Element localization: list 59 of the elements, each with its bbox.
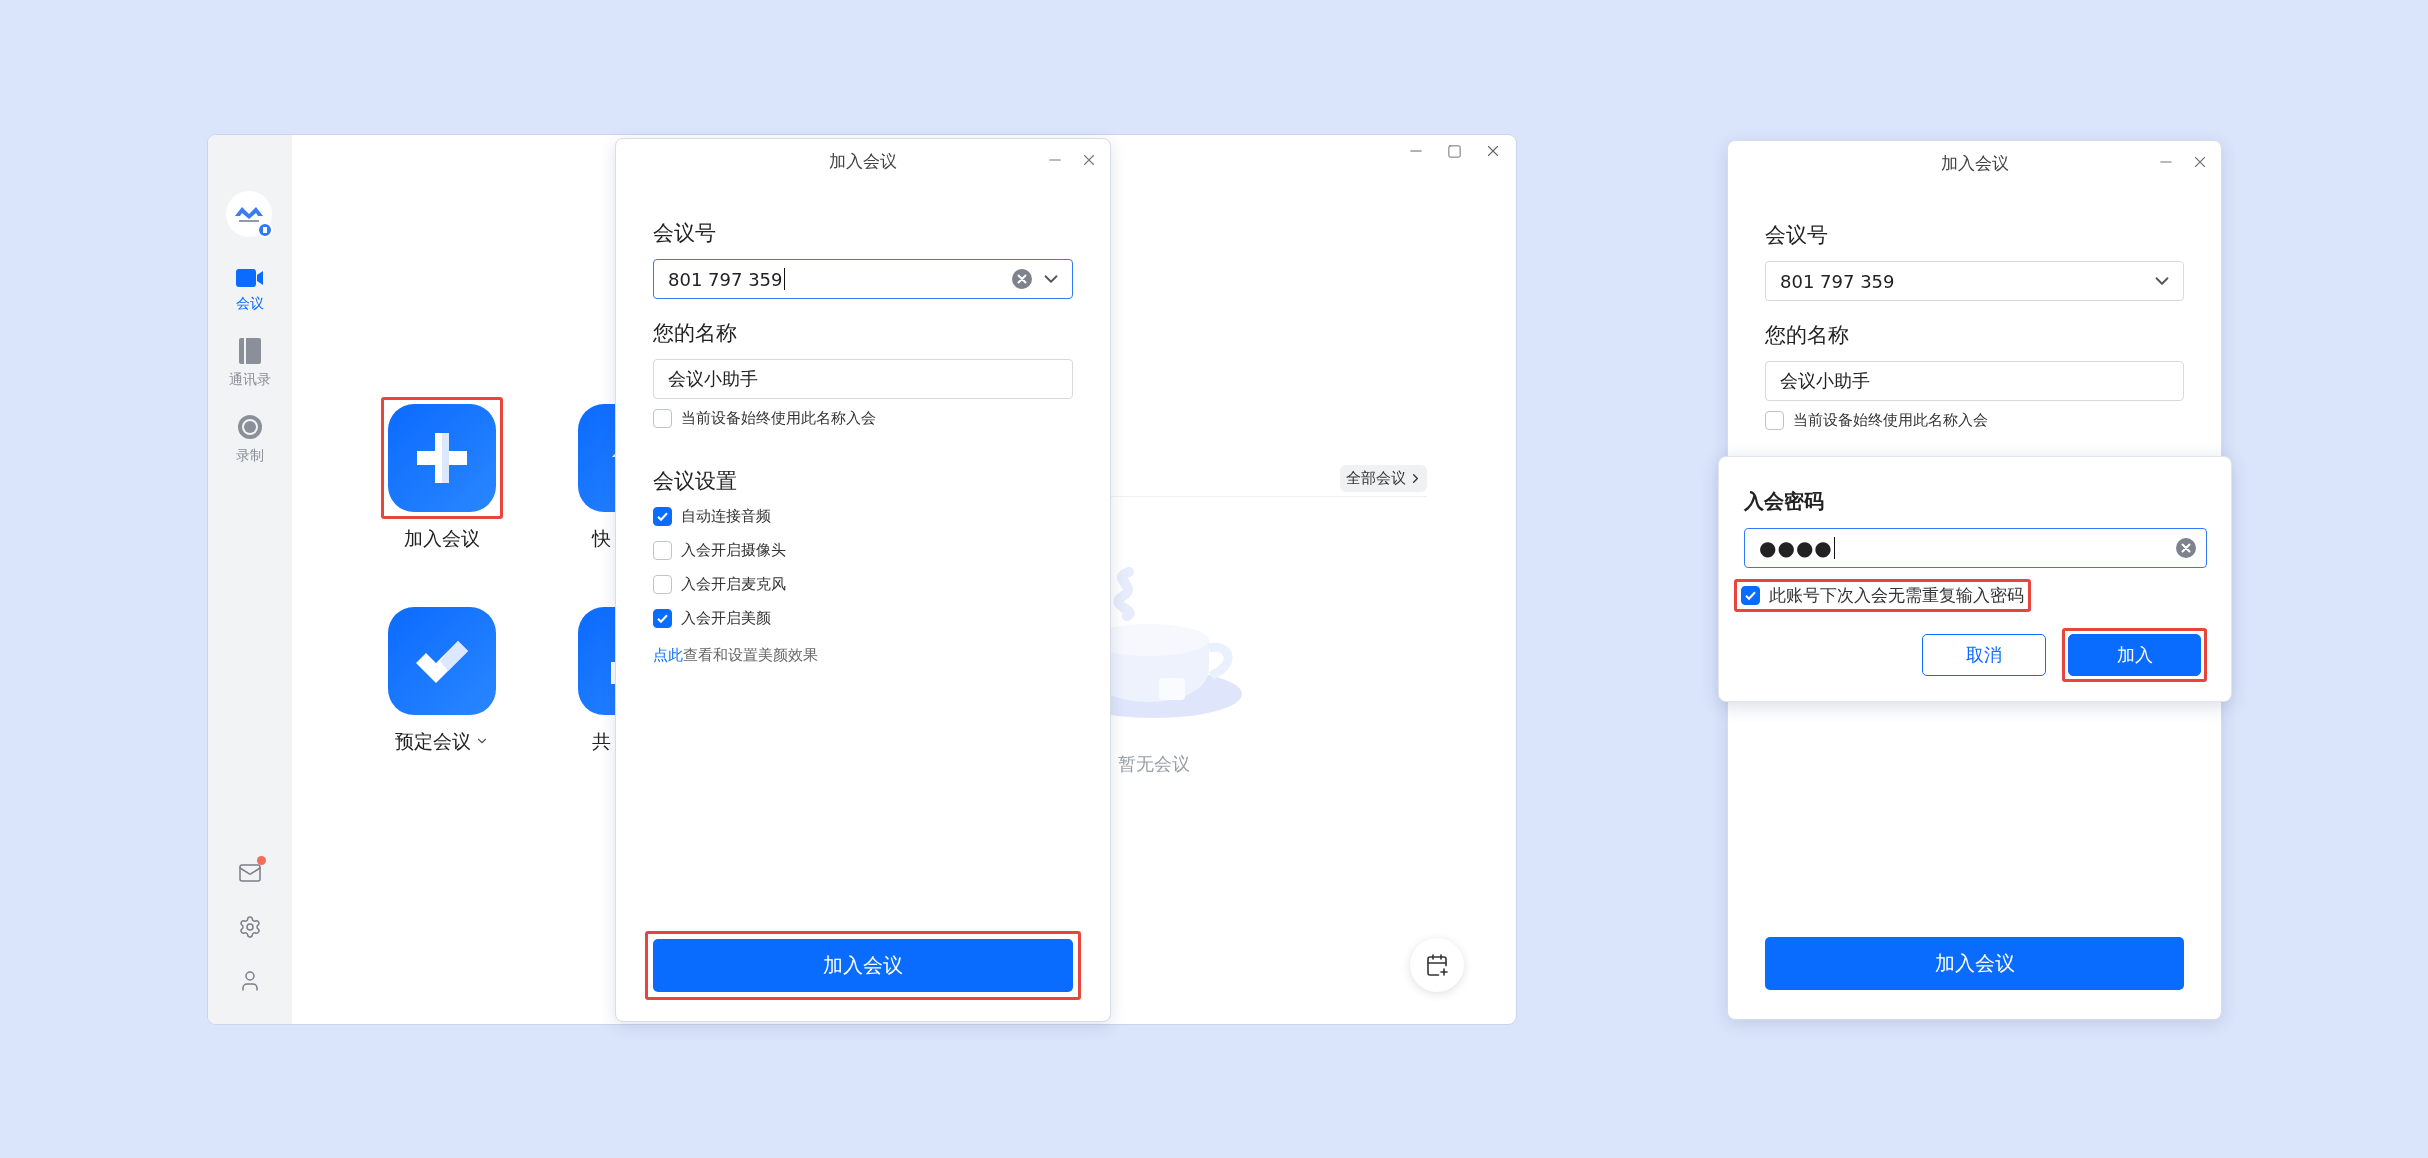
record-icon	[237, 414, 263, 440]
join-button[interactable]: 加入	[2068, 634, 2201, 676]
meeting-id-field[interactable]: 801 797 359	[1765, 261, 2184, 301]
beauty-settings-link[interactable]: 点此	[653, 646, 683, 664]
book-icon	[239, 338, 261, 364]
cancel-button[interactable]: 取消	[1922, 634, 2046, 676]
field-label: 您的名称	[653, 320, 738, 347]
tile-label: 加入会议	[404, 526, 480, 550]
nav-item[interactable]: 会议	[236, 268, 264, 312]
all-meetings-button[interactable]: 全部会议	[1340, 465, 1427, 492]
app-logo[interactable]	[225, 190, 275, 240]
join-meeting-button[interactable]: 加入会议	[653, 939, 1073, 992]
nav-item[interactable]: 录制	[236, 414, 264, 464]
nav-item[interactable]: 通讯录	[229, 338, 271, 388]
checkbox[interactable]	[1741, 586, 1760, 605]
checkbox[interactable]	[653, 507, 672, 526]
add-calendar-button[interactable]	[1410, 938, 1464, 992]
checkbox-label: 此账号下次入会无需重复输入密码	[1769, 584, 2024, 607]
checkbox[interactable]	[653, 609, 672, 628]
calendar-plus-icon	[1425, 953, 1449, 977]
password-field[interactable]: ●●●●	[1744, 528, 2207, 568]
check-icon	[656, 510, 669, 523]
tile-label: 快	[592, 526, 611, 550]
empty-text: 暂无会议	[1117, 752, 1190, 776]
window-title: 加入会议	[1940, 151, 2009, 175]
field-label: 您的名称	[1765, 322, 1850, 349]
name-field[interactable]: 会议小助手	[1765, 361, 2184, 401]
checkbox-label: 入会开启麦克风	[681, 575, 786, 594]
hint-text: 点此查看和设置美颜效果	[653, 646, 819, 665]
checkbox[interactable]	[653, 575, 672, 594]
checkbox-label: 自动连接音频	[681, 507, 771, 526]
checkbox-label: 入会开启摄像头	[681, 541, 786, 560]
checkbox[interactable]	[653, 541, 672, 560]
tile-button[interactable]	[388, 404, 496, 512]
video-camera-icon	[236, 268, 264, 288]
checkbox-label: 入会开启美颜	[681, 609, 771, 628]
window-title: 加入会议	[829, 149, 897, 173]
field-label: 会议号	[653, 220, 717, 247]
maximize-icon[interactable]	[1447, 143, 1462, 159]
check-icon	[1744, 589, 1757, 602]
section-title: 会议设置	[653, 468, 738, 495]
tile-label: 预定会议	[395, 729, 471, 753]
checkbox[interactable]	[653, 409, 672, 428]
clear-icon[interactable]	[1012, 269, 1032, 289]
join-meeting-button[interactable]: 加入会议	[1765, 937, 2184, 990]
check-icon	[656, 612, 669, 625]
plus-icon	[415, 431, 469, 485]
name-field[interactable]: 会议小助手	[653, 359, 1073, 399]
tile-button[interactable]	[388, 607, 496, 715]
checkbox-label: 当前设备始终使用此名称入会	[1793, 411, 1988, 430]
mail-icon[interactable]	[238, 861, 262, 885]
checkbox[interactable]	[1765, 411, 1784, 430]
popup-title: 入会密码	[1744, 488, 1825, 514]
settings-icon[interactable]	[238, 915, 262, 939]
tile-label: 共	[592, 729, 611, 753]
meeting-id-field[interactable]: 801 797 359	[653, 259, 1073, 299]
field-label: 会议号	[1765, 222, 1829, 249]
checkbox-label: 当前设备始终使用此名称入会	[681, 409, 876, 428]
clear-icon[interactable]	[2176, 538, 2196, 558]
